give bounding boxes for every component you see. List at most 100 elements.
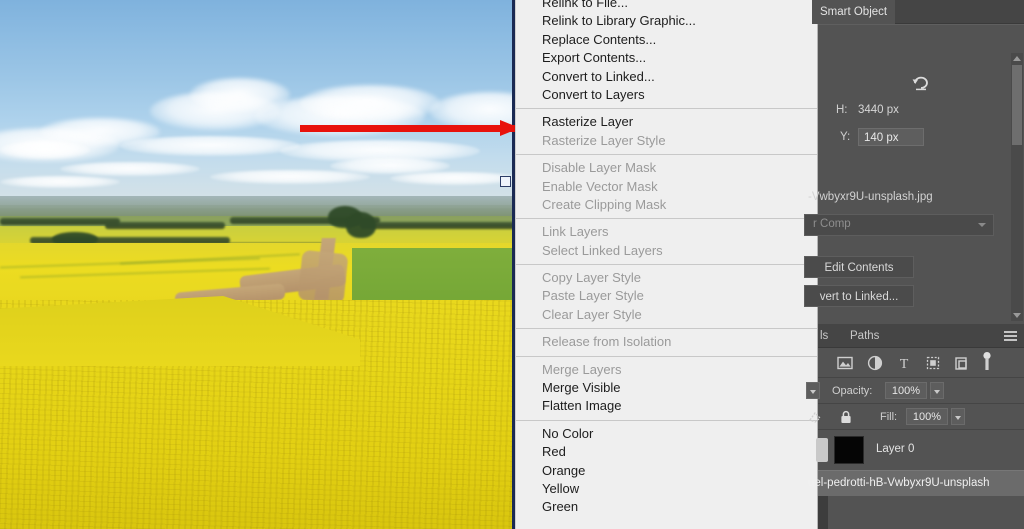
menu-group-layer-style: Copy Layer Style Paste Layer Style Clear… (516, 269, 817, 324)
layer-comp-placeholder: r Comp (813, 218, 851, 230)
fill-caret-icon[interactable] (951, 408, 965, 425)
menu-item-no-color[interactable]: No Color (516, 425, 817, 443)
hedgerow (0, 218, 120, 225)
blend-mode-caret-icon[interactable] (806, 382, 820, 399)
hamburger-menu-icon[interactable] (1004, 331, 1017, 341)
menu-group-smart-object: Relink to File... Relink to Library Grap… (516, 0, 817, 104)
height-label: H: (836, 104, 848, 116)
layer-row-selected[interactable]: uel-pedrotti-hB-Vwbyxr9U-unsplash (808, 470, 1024, 496)
menu-item-merge-layers: Merge Layers (542, 361, 622, 377)
layer-name[interactable]: Layer 0 (876, 443, 914, 455)
scroll-up-arrow-icon[interactable] (1013, 56, 1021, 61)
menu-separator (516, 264, 817, 266)
menu-item-rasterize-layer-style: Rasterize Layer Style (542, 132, 666, 148)
menu-group-isolation: Release from Isolation (516, 333, 817, 351)
menu-item-rasterize-layer[interactable]: Rasterize Layer (516, 113, 817, 131)
smart-object-filename: -Vwbyxr9U-unsplash.jpg (808, 191, 933, 203)
hedgerow (105, 222, 225, 229)
type-filter-icon[interactable]: T (895, 354, 913, 372)
fill-label: Fill: (880, 411, 898, 423)
cloud (390, 172, 515, 185)
opacity-caret-icon[interactable] (930, 382, 944, 399)
menu-item-green[interactable]: Green (516, 498, 817, 516)
menu-separator (516, 328, 817, 330)
menu-item-create-clipping-mask: Create Clipping Mask (542, 196, 667, 212)
y-label: Y: (840, 131, 851, 143)
menu-group-masks: Disable Layer Mask Enable Vector Mask Cr… (516, 159, 817, 214)
menu-item-merge-visible[interactable]: Merge Visible (516, 379, 817, 397)
annotation-arrow-line (300, 125, 515, 132)
svg-text:T: T (900, 357, 909, 372)
rapeseed-field-photo (0, 0, 515, 529)
cloud (0, 141, 90, 159)
image-canvas[interactable] (0, 0, 515, 529)
menu-group-rasterize: Rasterize Layer Rasterize Layer Style (516, 113, 817, 150)
menu-item-enable-vector-mask: Enable Vector Mask (542, 178, 658, 194)
layer-context-menu[interactable]: Relink to File... Relink to Library Grap… (515, 0, 818, 529)
cloud (60, 162, 200, 176)
layer-name[interactable]: uel-pedrotti-hB-Vwbyxr9U-unsplash (808, 477, 990, 489)
photoshop-window: Relink to File... Relink to Library Grap… (0, 0, 1024, 529)
edit-contents-button[interactable]: Edit Contents (804, 256, 914, 278)
properties-tabbar: Smart Object (812, 0, 1024, 24)
menu-item-yellow[interactable]: Yellow (516, 480, 817, 498)
tab-properties-smart-object[interactable]: Smart Object (812, 0, 896, 24)
menu-item-copy-layer-style: Copy Layer Style (542, 270, 641, 286)
adjustment-filter-icon[interactable] (866, 354, 884, 372)
transform-handle[interactable] (500, 176, 511, 187)
opacity-field[interactable]: 100% (885, 382, 927, 399)
fill-field[interactable]: 100% (906, 408, 948, 425)
menu-separator (516, 419, 817, 421)
layer-filter-row: T (818, 348, 1024, 378)
tab-channels[interactable]: ls (812, 324, 836, 348)
menu-separator (516, 108, 817, 110)
tab-paths[interactable]: Paths (842, 324, 887, 348)
layer-comp-select[interactable]: r Comp (804, 214, 994, 236)
layer-row[interactable]: Layer 0 (816, 430, 1024, 470)
convert-to-linked-button[interactable]: vert to Linked... (804, 285, 914, 307)
menu-item-convert-to-linked[interactable]: Convert to Linked... (516, 68, 817, 86)
scrollbar-thumb[interactable] (1012, 65, 1022, 145)
menu-group-merge: Merge Layers Merge Visible Flatten Image (516, 361, 817, 416)
annotation-arrow-head (500, 120, 515, 136)
cloud (210, 170, 370, 184)
lock-position-icon[interactable] (808, 409, 824, 425)
layer-thumbnail[interactable] (834, 436, 864, 464)
menu-item-flatten-image[interactable]: Flatten Image (516, 397, 817, 415)
menu-separator (516, 154, 817, 156)
hedgerow (360, 222, 515, 229)
menu-separator (516, 355, 817, 357)
menu-item-relink-to-file[interactable]: Relink to File... (516, 0, 817, 12)
properties-scrollbar[interactable] (1011, 53, 1023, 321)
menu-item-orange[interactable]: Orange (516, 462, 817, 480)
reset-arrow-icon[interactable] (911, 73, 931, 91)
menu-item-paste-layer-style: Paste Layer Style (542, 288, 644, 304)
scroll-down-arrow-icon[interactable] (1013, 313, 1021, 318)
layers-tabbar: ls Paths (818, 324, 1024, 348)
shape-filter-icon[interactable] (924, 354, 942, 372)
image-filter-icon[interactable] (836, 354, 854, 372)
properties-panel-body: H: 3440 px Y: 140 px -Vwbyxr9U-unsplash.… (804, 24, 1024, 324)
smart-object-filter-icon[interactable] (953, 354, 971, 372)
menu-item-export-contents[interactable]: Export Contents... (516, 49, 817, 67)
chevron-down-icon (978, 223, 986, 227)
menu-item-relink-to-library-graphic[interactable]: Relink to Library Graphic... (516, 12, 817, 30)
menu-item-select-linked-layers: Select Linked Layers (542, 242, 663, 258)
menu-group-color-labels: No Color Red Orange Yellow Green (516, 425, 817, 517)
menu-item-clear-layer-style: Clear Layer Style (542, 306, 642, 322)
blend-mode-row: Opacity: 100% (806, 378, 1024, 404)
menu-item-red[interactable]: Red (516, 443, 817, 461)
dirt-track (297, 249, 349, 305)
lock-all-icon[interactable] (838, 409, 854, 425)
cloud (120, 136, 300, 156)
height-value[interactable]: 3440 px (858, 104, 899, 116)
menu-item-replace-contents[interactable]: Replace Contents... (516, 31, 817, 49)
menu-group-link: Link Layers Select Linked Layers (516, 223, 817, 260)
y-field[interactable]: 140 px (858, 128, 924, 146)
menu-item-disable-layer-mask: Disable Layer Mask (542, 160, 657, 176)
menu-item-link-layers: Link Layers (542, 224, 609, 240)
layer-visibility-icon[interactable] (816, 438, 828, 462)
cloud (300, 85, 440, 121)
filter-toggle-icon[interactable] (978, 351, 996, 373)
menu-item-convert-to-layers[interactable]: Convert to Layers (516, 86, 817, 104)
